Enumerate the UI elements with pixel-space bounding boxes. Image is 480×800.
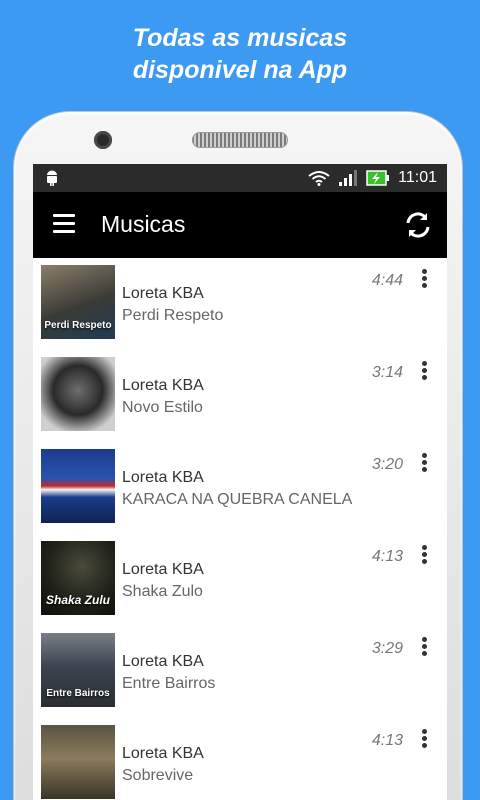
list-item[interactable]: Loreta KBA Novo Estilo 3:14	[33, 350, 447, 442]
cover-label: Shaka Zulu	[45, 593, 110, 607]
song-artist: Loreta KBA	[122, 377, 204, 394]
song-duration: 3:14	[371, 364, 403, 381]
song-artist: Loreta KBA	[122, 745, 204, 762]
list-item[interactable]: Loreta KBA KARACA NA QUEBRA CANELA 3:20	[33, 442, 447, 534]
more-options-icon[interactable]	[417, 545, 431, 567]
song-title: Perdi Respeto	[122, 307, 224, 324]
song-title: Novo Estilo	[122, 399, 203, 416]
battery-charging-icon	[366, 170, 390, 186]
more-options-icon[interactable]	[417, 361, 431, 383]
list-item[interactable]: Perdi Respeto Loreta KBA Perdi Respeto 4…	[33, 258, 447, 350]
song-duration: 4:13	[371, 732, 403, 749]
song-duration: 4:44	[371, 272, 403, 289]
song-duration: 4:13	[371, 548, 403, 565]
cover-label: Entre Bairros	[46, 688, 110, 699]
page-title: Musicas	[101, 211, 186, 237]
song-list: Perdi Respeto Loreta KBA Perdi Respeto 4…	[33, 258, 447, 800]
list-item[interactable]: Entre Bairros Loreta KBA Entre Bairros 3…	[33, 626, 447, 718]
front-camera	[94, 131, 112, 149]
more-options-icon[interactable]	[417, 453, 431, 475]
song-duration: 3:29	[371, 640, 403, 657]
cover-label: Perdi Respeto	[44, 320, 112, 331]
promo-line-2: disponivel na App	[132, 56, 348, 84]
more-options-icon[interactable]	[417, 637, 431, 659]
list-item[interactable]: Loreta KBA Sobrevive 4:13	[33, 718, 447, 800]
wifi-icon	[308, 171, 330, 186]
album-cover	[41, 357, 115, 431]
promo-headline: Todas as musicas disponivel na App	[0, 22, 480, 86]
album-cover: Shaka Zulu	[41, 541, 115, 615]
app-toolbar: Musicas	[33, 192, 447, 258]
song-artist: Loreta KBA	[122, 561, 204, 578]
song-artist: Loreta KBA	[122, 653, 204, 670]
song-duration: 3:20	[371, 456, 403, 473]
album-cover	[41, 725, 115, 799]
earpiece-speaker	[192, 132, 288, 148]
more-options-icon[interactable]	[417, 729, 431, 751]
album-cover: Entre Bairros	[41, 633, 115, 707]
signal-icon	[339, 170, 358, 186]
promo-line-1: Todas as musicas	[132, 24, 348, 52]
status-time: 11:01	[398, 169, 437, 186]
phone-screen: 11:01 Musicas Perdi Respeto Loreta KBA P…	[33, 164, 447, 800]
android-icon	[47, 170, 57, 186]
song-title: KARACA NA QUEBRA CANELA	[122, 491, 353, 508]
song-title: Shaka Zulo	[122, 583, 203, 600]
status-bar: 11:01	[33, 164, 447, 192]
album-cover	[41, 449, 115, 523]
album-cover: Perdi Respeto	[41, 265, 115, 339]
song-title: Entre Bairros	[122, 675, 216, 692]
song-artist: Loreta KBA	[122, 285, 204, 302]
song-title: Sobrevive	[122, 767, 194, 784]
list-item[interactable]: Shaka Zulu Loreta KBA Shaka Zulo 4:13	[33, 534, 447, 626]
refresh-icon[interactable]	[403, 210, 433, 240]
song-artist: Loreta KBA	[122, 469, 204, 486]
hamburger-menu-icon[interactable]	[53, 214, 75, 234]
more-options-icon[interactable]	[417, 269, 431, 291]
